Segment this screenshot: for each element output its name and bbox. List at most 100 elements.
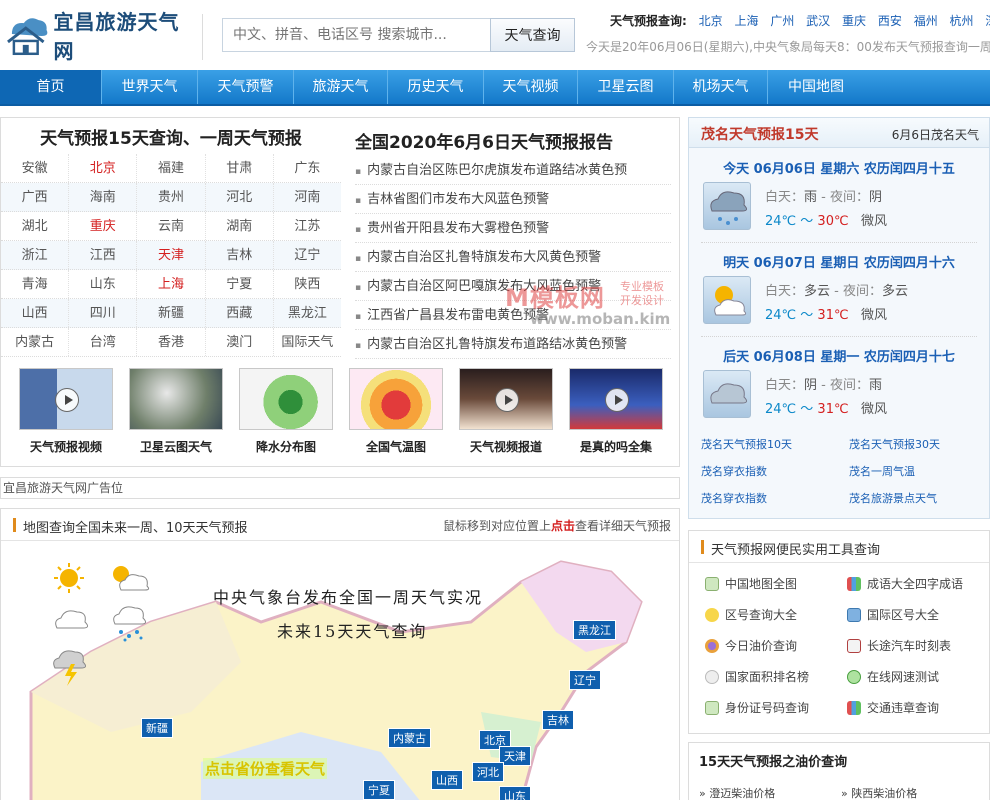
nav-weather-warning[interactable]: 天气预警 bbox=[198, 70, 294, 104]
province-link[interactable]: 吉林 bbox=[206, 241, 274, 269]
province-ningxia[interactable]: 宁夏 bbox=[363, 780, 395, 800]
city-link[interactable]: 茂名旅游景点天气 bbox=[849, 490, 937, 506]
report-item[interactable]: 贵州省开阳县发布大雾橙色预警 bbox=[355, 214, 671, 243]
province-heilongjiang[interactable]: 黑龙江 bbox=[573, 620, 616, 640]
thumb-satellite[interactable]: 卫星云图天气 bbox=[121, 368, 231, 455]
province-link[interactable]: 内蒙古 bbox=[1, 328, 70, 356]
province-link[interactable]: 海南 bbox=[69, 183, 138, 211]
province-link[interactable]: 上海 bbox=[137, 270, 206, 298]
china-map[interactable]: 中央气象台发布全国一周天气实况 未来15天天气查询 点击省份查看天气 黑龙江 辽… bbox=[1, 542, 679, 800]
province-link[interactable]: 新疆 bbox=[137, 299, 206, 327]
province-link[interactable]: 河北 bbox=[206, 183, 274, 211]
province-shandong[interactable]: 山东 bbox=[499, 786, 531, 800]
province-link[interactable]: 广东 bbox=[274, 154, 341, 182]
province-liaoning[interactable]: 辽宁 bbox=[569, 670, 601, 690]
thumb-is-it-true[interactable]: 是真的吗全集 bbox=[561, 368, 671, 455]
province-link[interactable]: 青海 bbox=[1, 270, 70, 298]
province-link[interactable]: 香港 bbox=[137, 328, 206, 356]
site-logo[interactable]: 宜昌旅游天气网 bbox=[4, 10, 199, 63]
hot-city-link[interactable]: 杭州 bbox=[950, 14, 974, 28]
tool-oil-price[interactable]: 今日油价查询 bbox=[705, 637, 797, 654]
report-item[interactable]: 吉林省图们市发布大风蓝色预警 bbox=[355, 185, 671, 214]
province-link[interactable]: 江苏 bbox=[274, 212, 341, 240]
province-link[interactable]: 湖北 bbox=[1, 212, 70, 240]
tool-traffic-violation[interactable]: 交通违章查询 bbox=[847, 699, 939, 716]
province-link[interactable]: 安徽 bbox=[1, 154, 70, 182]
province-link[interactable]: 湖南 bbox=[206, 212, 274, 240]
thumb-forecast-video[interactable]: 天气预报视频 bbox=[11, 368, 121, 455]
province-link[interactable]: 天津 bbox=[137, 241, 206, 269]
tool-intl-code[interactable]: 国际区号大全 bbox=[847, 606, 939, 623]
province-link[interactable]: 福建 bbox=[137, 154, 206, 182]
province-shanxi[interactable]: 山西 bbox=[431, 770, 463, 790]
report-item[interactable]: 内蒙古自治区陈巴尔虎旗发布道路结冰黄色预 bbox=[355, 156, 671, 185]
ad-slot[interactable]: 宜昌旅游天气网广告位 bbox=[0, 477, 680, 499]
province-link[interactable]: 云南 bbox=[137, 212, 206, 240]
province-link[interactable]: 陕西 bbox=[274, 270, 341, 298]
nav-airport-weather[interactable]: 机场天气 bbox=[674, 70, 768, 104]
report-item[interactable]: 内蒙古自治区扎鲁特旗发布大风黄色预警 bbox=[355, 243, 671, 272]
province-link[interactable]: 辽宁 bbox=[274, 241, 341, 269]
province-link[interactable]: 西藏 bbox=[206, 299, 274, 327]
province-link[interactable]: 浙江 bbox=[1, 241, 70, 269]
tool-speed-test[interactable]: 在线网速测试 bbox=[847, 668, 939, 685]
hot-city-link[interactable]: 广州 bbox=[770, 14, 794, 28]
nav-world-weather[interactable]: 世界天气 bbox=[102, 70, 198, 104]
thumb-rainfall[interactable]: 降水分布图 bbox=[231, 368, 341, 455]
province-link[interactable]: 四川 bbox=[69, 299, 138, 327]
weather-search-button[interactable]: 天气查询 bbox=[490, 18, 575, 52]
city-link[interactable]: 茂名穿衣指数 bbox=[701, 463, 767, 479]
hot-city-link[interactable]: 深圳 bbox=[985, 14, 990, 28]
city-link[interactable]: 茂名一周气温 bbox=[849, 463, 915, 479]
hot-city-link[interactable]: 上海 bbox=[734, 14, 758, 28]
oil-link[interactable]: » 澄迈柴油价格 bbox=[699, 785, 775, 800]
province-link[interactable]: 重庆 bbox=[69, 212, 138, 240]
tool-country-area[interactable]: 国家面积排名榜 bbox=[705, 668, 809, 685]
province-link[interactable]: 贵州 bbox=[137, 183, 206, 211]
thumb-temperature[interactable]: 全国气温图 bbox=[341, 368, 451, 455]
hot-city-link[interactable]: 北京 bbox=[699, 14, 723, 28]
province-hebei[interactable]: 河北 bbox=[472, 762, 504, 782]
forecast-day-after-tomorrow[interactable]: 后天 06月08日 星期一 农历闰四月十七 白天：阴 - 夜间：雨 24℃ ～ … bbox=[689, 338, 989, 432]
forecast-day-tomorrow[interactable]: 明天 06月07日 星期日 农历闰四月十六 白天：多云 - 夜间：多云 24℃ … bbox=[689, 244, 989, 338]
province-link[interactable]: 台湾 bbox=[69, 328, 138, 356]
tool-idioms[interactable]: 成语大全四字成语 bbox=[847, 575, 963, 592]
nav-china-map[interactable]: 中国地图 bbox=[768, 70, 864, 104]
thumb-video-report[interactable]: 天气视频报道 bbox=[451, 368, 561, 455]
nav-travel-weather[interactable]: 旅游天气 bbox=[294, 70, 388, 104]
nav-history-weather[interactable]: 历史天气 bbox=[388, 70, 484, 104]
province-link[interactable]: 山西 bbox=[1, 299, 70, 327]
search-input[interactable] bbox=[222, 18, 490, 52]
province-xinjiang[interactable]: 新疆 bbox=[141, 718, 173, 738]
hot-city-link[interactable]: 重庆 bbox=[842, 14, 866, 28]
hot-city-link[interactable]: 西安 bbox=[878, 14, 902, 28]
nav-home[interactable]: 首页 bbox=[0, 70, 102, 104]
hot-city-link[interactable]: 福州 bbox=[914, 14, 938, 28]
province-neimenggu[interactable]: 内蒙古 bbox=[388, 728, 431, 748]
province-link[interactable]: 黑龙江 bbox=[274, 299, 341, 327]
province-link[interactable]: 广西 bbox=[1, 183, 70, 211]
province-link[interactable]: 澳门 bbox=[206, 328, 274, 356]
province-jilin[interactable]: 吉林 bbox=[542, 710, 574, 730]
report-item[interactable]: 内蒙古自治区扎鲁特旗发布道路结冰黄色预警 bbox=[355, 330, 671, 359]
nav-weather-video[interactable]: 天气视频 bbox=[484, 70, 578, 104]
province-link[interactable]: 宁夏 bbox=[206, 270, 274, 298]
province-link[interactable]: 甘肃 bbox=[206, 154, 274, 182]
forecast-day-today[interactable]: 今天 06月06日 星期六 农历闰四月十五 白天：雨 - 夜间：阴 24℃ ～ … bbox=[689, 150, 989, 244]
province-link[interactable]: 河南 bbox=[274, 183, 341, 211]
province-link[interactable]: 山东 bbox=[69, 270, 138, 298]
tool-area-code[interactable]: 区号查询大全 bbox=[705, 606, 797, 623]
nav-satellite[interactable]: 卫星云图 bbox=[578, 70, 674, 104]
province-link[interactable]: 江西 bbox=[69, 241, 138, 269]
city-forecast-title[interactable]: 茂名天气预报15天 bbox=[701, 124, 818, 144]
province-link[interactable]: 国际天气 bbox=[274, 328, 341, 356]
city-link[interactable]: 茂名穿衣指数 bbox=[701, 490, 767, 506]
province-link[interactable]: 北京 bbox=[69, 154, 138, 182]
oil-link[interactable]: » 陕西柴油价格 bbox=[841, 785, 917, 800]
city-link[interactable]: 茂名天气预报30天 bbox=[849, 436, 940, 452]
city-link[interactable]: 茂名天气预报10天 bbox=[701, 436, 792, 452]
hot-city-link[interactable]: 武汉 bbox=[806, 14, 830, 28]
tool-bus-schedule[interactable]: 长途汽车时刻表 bbox=[847, 637, 951, 654]
tool-china-map[interactable]: 中国地图全图 bbox=[705, 575, 797, 592]
tool-id-card[interactable]: 身份证号码查询 bbox=[705, 699, 809, 716]
